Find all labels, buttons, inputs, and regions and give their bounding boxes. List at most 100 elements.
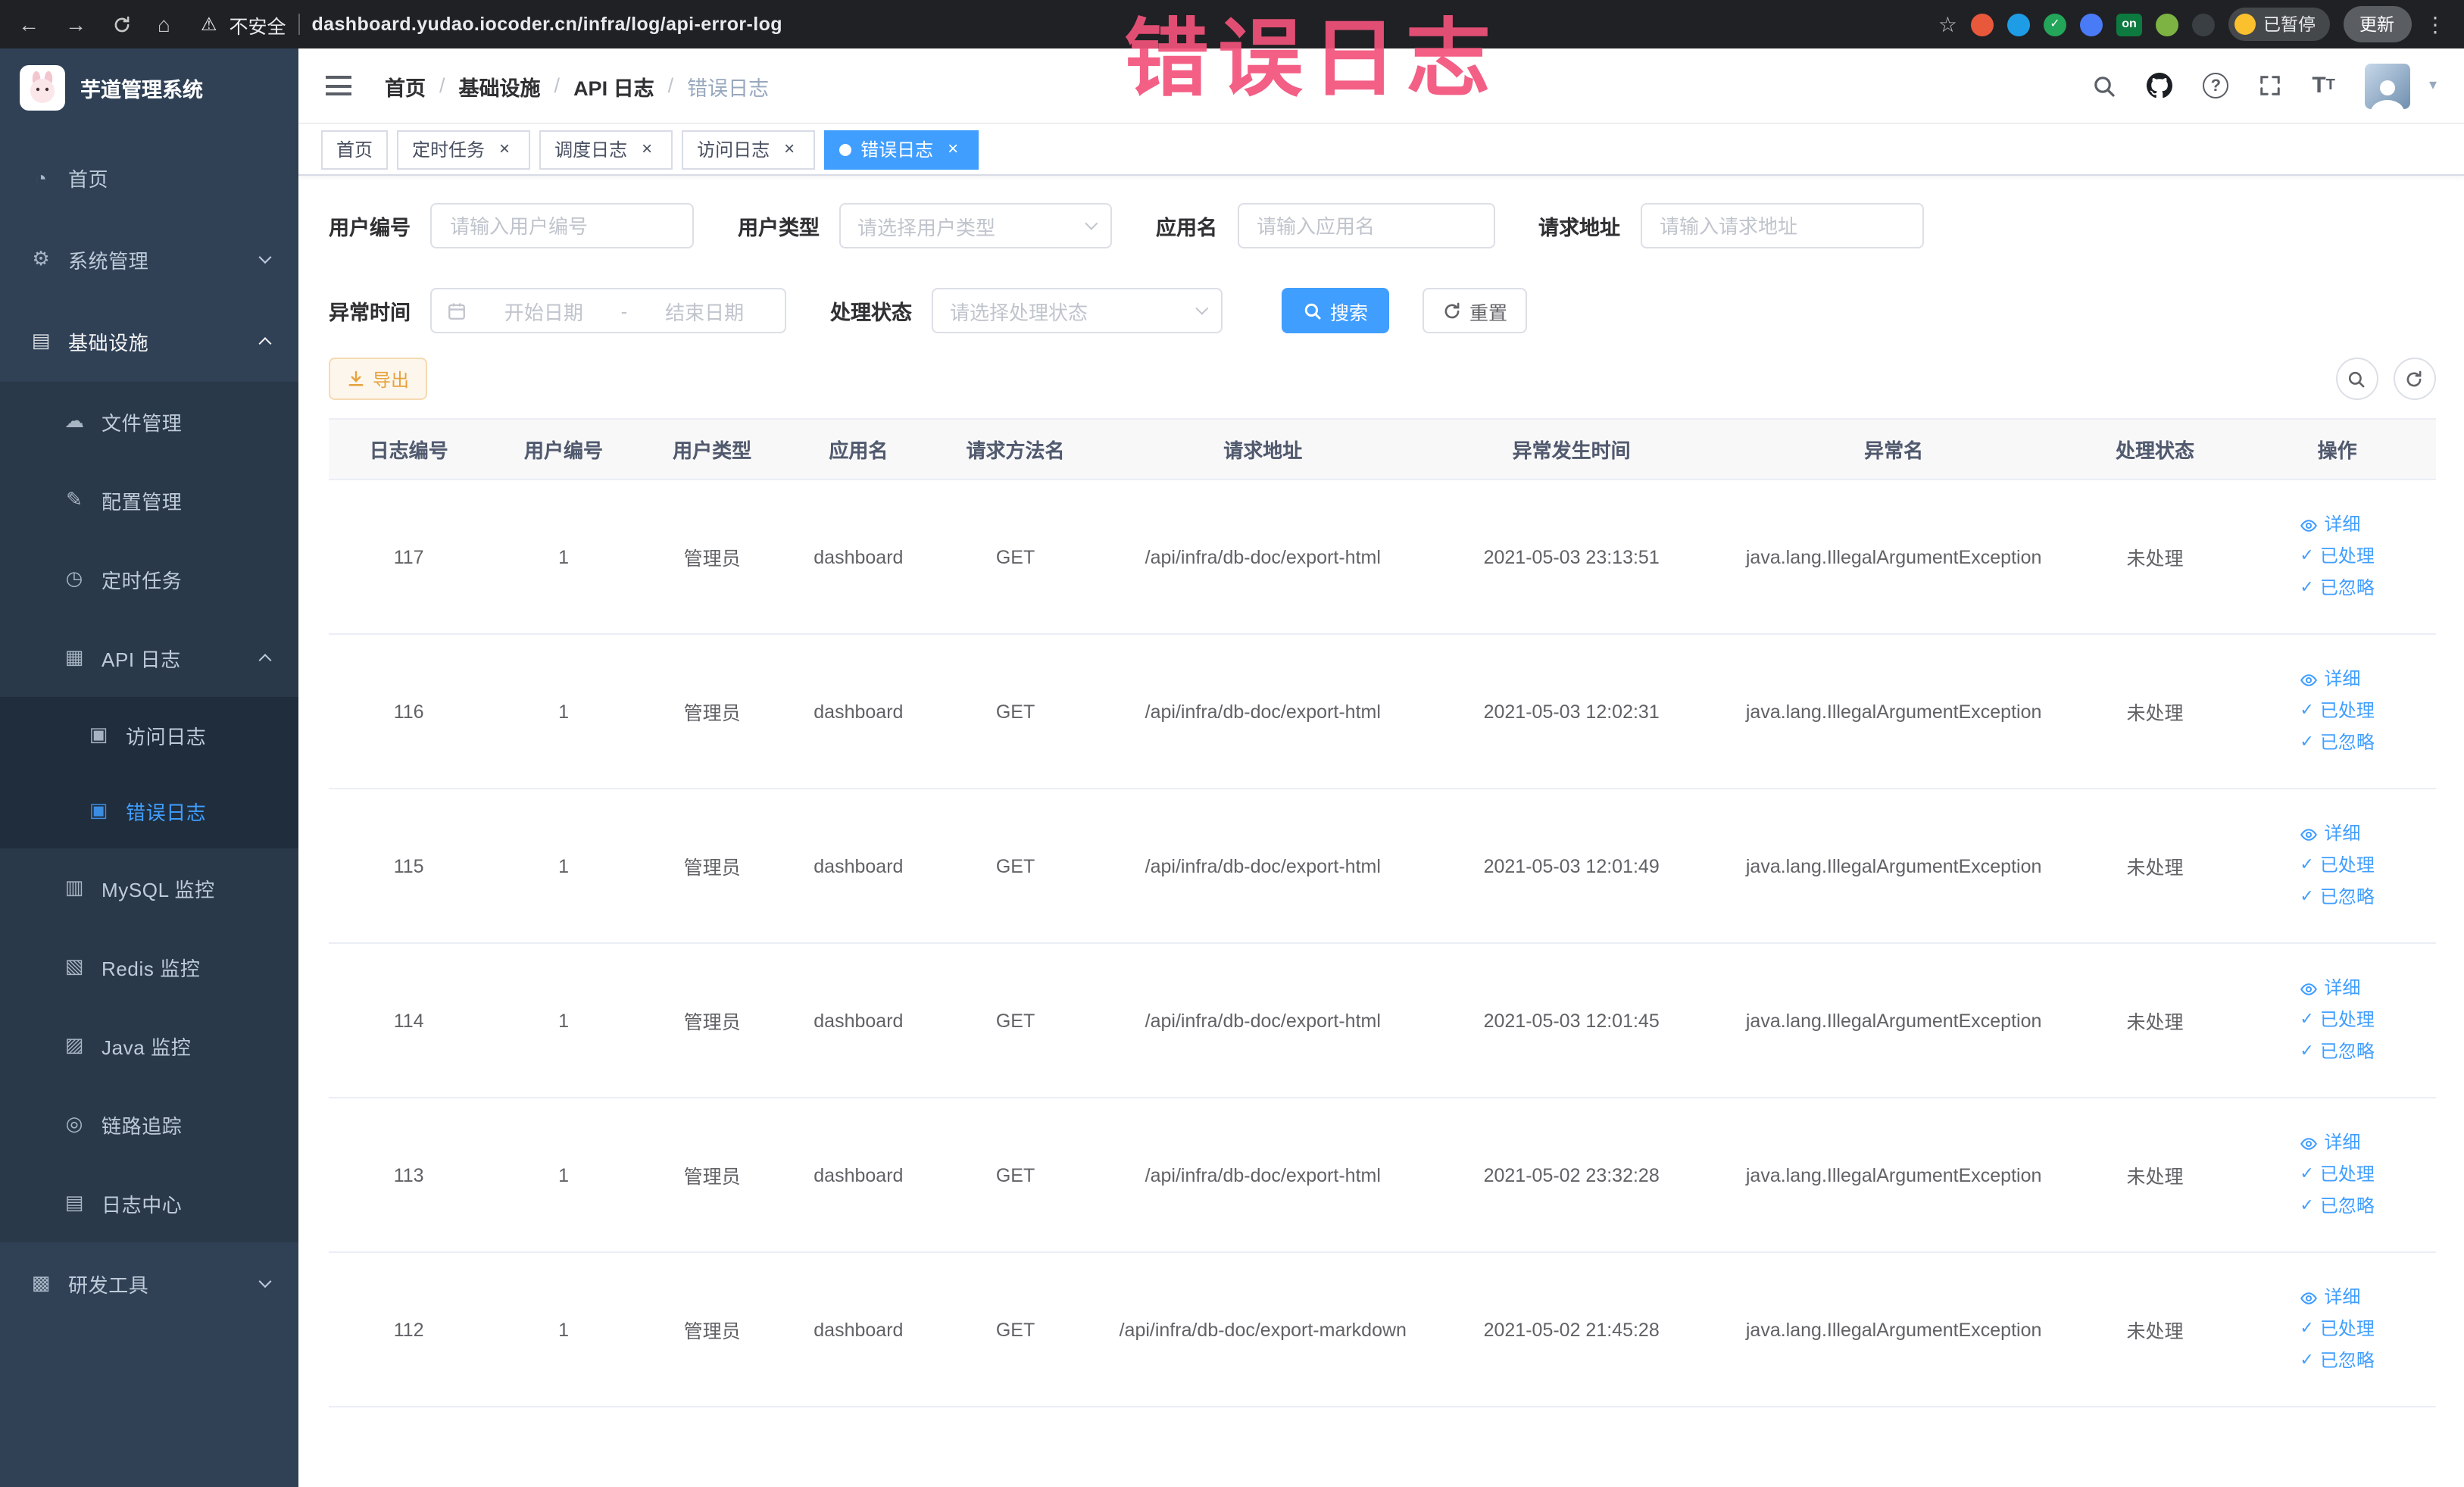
detail-link[interactable]: 详细	[2300, 1282, 2374, 1314]
tab-close-icon[interactable]: ×	[942, 138, 963, 160]
tab[interactable]: 访问日志 ×	[682, 130, 816, 169]
sidebar-toggle-icon[interactable]	[326, 76, 351, 95]
status-select[interactable]: 请选择处理状态	[932, 288, 1223, 333]
app-name-input[interactable]	[1237, 203, 1494, 248]
start-date-placeholder[interactable]: 开始日期	[479, 296, 609, 325]
sidebar-item-mysql-monitor[interactable]: ▥ MySQL 监控	[0, 848, 298, 927]
toggle-search-button[interactable]	[2335, 358, 2378, 400]
extension-icon-blue-drop[interactable]	[2007, 13, 2030, 36]
browser-home-button[interactable]: ⌂	[158, 14, 170, 35]
sidebar-item-home[interactable]: ◔ 首页	[0, 136, 298, 218]
search-icon[interactable]	[2092, 73, 2116, 98]
mark-processed-link[interactable]: ✓ 已处理	[2300, 1314, 2374, 1345]
mark-processed-link[interactable]: ✓ 已处理	[2300, 541, 2374, 573]
extension-icon-orange[interactable]	[1971, 13, 1994, 36]
tab-close-icon[interactable]: ×	[494, 138, 515, 160]
browser-forward-button[interactable]: →	[65, 14, 86, 35]
list-icon: ▤	[64, 1191, 84, 1214]
mark-ignored-link[interactable]: ✓ 已忽略	[2300, 1036, 2374, 1068]
browser-address-bar[interactable]: ⚠ 不安全 dashboard.yudao.iocoder.cn/infra/l…	[201, 10, 782, 39]
tab-close-icon[interactable]: ×	[779, 138, 800, 160]
avatar[interactable]	[2365, 63, 2411, 108]
bookmark-star-icon[interactable]: ☆	[1938, 11, 1957, 37]
sidebar-item-access-log[interactable]: ▣ 访问日志	[0, 697, 298, 773]
profile-paused-chip[interactable]: 已暂停	[2228, 8, 2329, 41]
extension-icon-on-switch[interactable]: on	[2116, 13, 2142, 36]
eye-icon	[2300, 1292, 2318, 1304]
mark-ignored-link[interactable]: ✓ 已忽略	[2300, 1191, 2374, 1223]
detail-link[interactable]: 详细	[2300, 664, 2374, 695]
breadcrumb-item[interactable]: 首页 /	[385, 70, 445, 101]
cell-log-id: 116	[329, 634, 489, 789]
column-header[interactable]: 请求方法名	[931, 418, 1100, 480]
tab[interactable]: 调度日志 ×	[539, 130, 673, 169]
extension-icon-paw[interactable]	[2192, 13, 2215, 36]
help-icon[interactable]: ?	[2203, 73, 2229, 98]
sidebar-item-config-mgmt[interactable]: ✎ 配置管理	[0, 461, 298, 539]
tab[interactable]: 错误日志 ×	[824, 130, 979, 169]
export-button[interactable]: 导出	[329, 358, 428, 400]
sidebar-item-log-center[interactable]: ▤ 日志中心	[0, 1164, 298, 1242]
tab-close-icon[interactable]: ×	[636, 138, 657, 160]
extension-icon-blue-grid[interactable]	[2080, 13, 2103, 36]
column-header[interactable]: 请求地址	[1099, 418, 1426, 480]
browser-update-button[interactable]: 更新	[2343, 6, 2411, 42]
sidebar-item-scheduled-jobs[interactable]: ◷ 定时任务	[0, 539, 298, 618]
sidebar-item-infrastructure[interactable]: ▤ 基础设施	[0, 300, 298, 382]
refresh-table-button[interactable]	[2393, 358, 2435, 400]
breadcrumb-item[interactable]: 错误日志 /	[687, 70, 769, 101]
column-header[interactable]: 异常发生时间	[1426, 418, 1717, 480]
mark-ignored-link[interactable]: ✓ 已忽略	[2300, 573, 2374, 604]
reset-button[interactable]: 重置	[1422, 288, 1528, 333]
browser-reload-button[interactable]	[112, 14, 132, 34]
mark-processed-link[interactable]: ✓ 已处理	[2300, 695, 2374, 727]
font-size-icon[interactable]: TT	[2312, 74, 2335, 97]
detail-link[interactable]: 详细	[2300, 973, 2374, 1004]
breadcrumb-item[interactable]: 基础设施 /	[459, 70, 561, 101]
fullscreen-icon[interactable]	[2259, 74, 2281, 97]
mark-ignored-link[interactable]: ✓ 已忽略	[2300, 882, 2374, 914]
cell-method: GET	[931, 480, 1100, 635]
sidebar-item-api-logs[interactable]: ▦ API 日志	[0, 618, 298, 697]
search-button[interactable]: 搜索	[1282, 288, 1390, 333]
column-header[interactable]: 异常名	[1716, 418, 2071, 480]
end-date-placeholder[interactable]: 结束日期	[639, 296, 770, 325]
sidebar-item-file-mgmt[interactable]: ☁ 文件管理	[0, 382, 298, 461]
request-url-input[interactable]	[1640, 203, 1923, 248]
tab[interactable]: 首页 ×	[321, 130, 389, 169]
column-header[interactable]: 处理状态	[2070, 418, 2240, 480]
sidebar-item-error-log[interactable]: ▣ 错误日志	[0, 773, 298, 848]
detail-link[interactable]: 详细	[2300, 1127, 2374, 1159]
address-divider	[298, 14, 300, 35]
sidebar-item-trace[interactable]: ◎ 链路追踪	[0, 1085, 298, 1164]
column-header[interactable]: 操作	[2239, 418, 2435, 480]
exception-time-range-picker[interactable]: 开始日期 - 结束日期	[430, 288, 786, 333]
tab[interactable]: 定时任务 ×	[397, 130, 531, 169]
sidebar-item-redis-monitor[interactable]: ▧ Redis 监控	[0, 927, 298, 1006]
mark-processed-link[interactable]: ✓ 已处理	[2300, 850, 2374, 882]
detail-link[interactable]: 详细	[2300, 818, 2374, 850]
mark-processed-link[interactable]: ✓ 已处理	[2300, 1159, 2374, 1191]
sidebar-item-java-monitor[interactable]: ▨ Java 监控	[0, 1006, 298, 1085]
user-type-select[interactable]: 请选择用户类型	[839, 203, 1112, 248]
sidebar-item-dev-tools[interactable]: ▩ 研发工具	[0, 1242, 298, 1324]
github-icon[interactable]	[2147, 73, 2173, 98]
cell-user-id: 1	[489, 480, 639, 635]
sidebar-item-system-mgmt[interactable]: ⚙ 系统管理	[0, 218, 298, 300]
mark-ignored-link[interactable]: ✓ 已忽略	[2300, 1345, 2374, 1377]
column-header[interactable]: 日志编号	[329, 418, 489, 480]
column-header[interactable]: 应用名	[785, 418, 932, 480]
breadcrumb-item[interactable]: API 日志 /	[573, 70, 673, 101]
mark-processed-link[interactable]: ✓ 已处理	[2300, 1004, 2374, 1036]
caret-down-icon[interactable]: ▾	[2429, 77, 2437, 94]
browser-menu-icon[interactable]: ⋮	[2425, 11, 2446, 37]
column-header[interactable]: 用户类型	[638, 418, 786, 480]
extension-icon-leaf[interactable]	[2156, 13, 2178, 36]
extension-icon-green-check[interactable]: ✓	[2044, 13, 2066, 36]
mark-ignored-link[interactable]: ✓ 已忽略	[2300, 727, 2374, 759]
browser-back-button[interactable]: ←	[18, 14, 39, 35]
detail-link[interactable]: 详细	[2300, 509, 2374, 541]
app-logo[interactable]: 芋道管理系统	[0, 48, 298, 127]
user-id-input[interactable]	[430, 203, 694, 248]
column-header[interactable]: 用户编号	[489, 418, 639, 480]
